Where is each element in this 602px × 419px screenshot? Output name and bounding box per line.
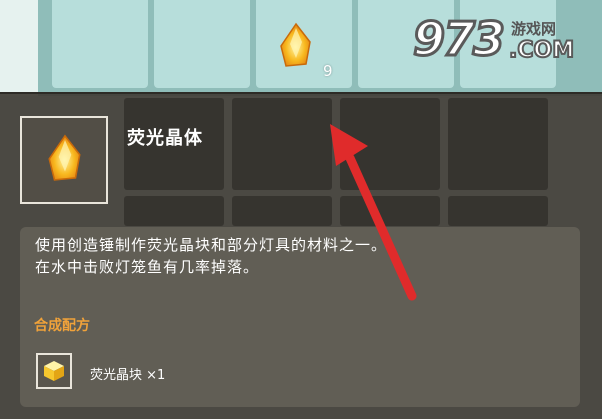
fluorescent-block-icon xyxy=(44,361,64,381)
background-slot xyxy=(124,196,224,226)
background-slot xyxy=(232,196,332,226)
item-name: 荧光晶体 xyxy=(127,128,203,149)
item-tooltip-panel: 荧光晶体 使用创造锤制作荧光晶块和部分灯具的材料之一。 在水中击败灯笼鱼有几率掉… xyxy=(0,92,602,419)
background-slot xyxy=(232,98,332,190)
description-line: 在水中击败灯笼鱼有几率掉落。 xyxy=(35,258,260,276)
inventory-slot[interactable] xyxy=(52,0,148,88)
slot-quantity: 9 xyxy=(323,62,333,80)
item-description-box: 使用创造锤制作荧光晶块和部分灯具的材料之一。 在水中击败灯笼鱼有几率掉落。 合成… xyxy=(20,227,580,407)
watermark-chinese: 游戏网 xyxy=(511,20,557,38)
watermark-com: .COM xyxy=(508,37,575,64)
watermark-digits: 973 xyxy=(411,11,506,68)
site-watermark: 973 游戏网 .COM xyxy=(411,8,588,68)
background-slot xyxy=(448,98,548,190)
recipe-ingredient-label: 荧光晶块 ×1 xyxy=(90,368,166,383)
red-arrow-icon xyxy=(330,124,417,301)
background-strip xyxy=(0,0,38,96)
item-icon-frame xyxy=(20,116,108,204)
background-slot xyxy=(448,196,548,226)
inventory-slot-selected[interactable] xyxy=(256,0,352,88)
fluorescent-crystal-icon xyxy=(48,134,81,181)
recipe-title: 合成配方 xyxy=(34,318,90,334)
inventory-slot[interactable] xyxy=(154,0,250,88)
fluorescent-crystal-icon xyxy=(280,22,311,67)
recipe-ingredient-slot[interactable] xyxy=(36,353,72,389)
